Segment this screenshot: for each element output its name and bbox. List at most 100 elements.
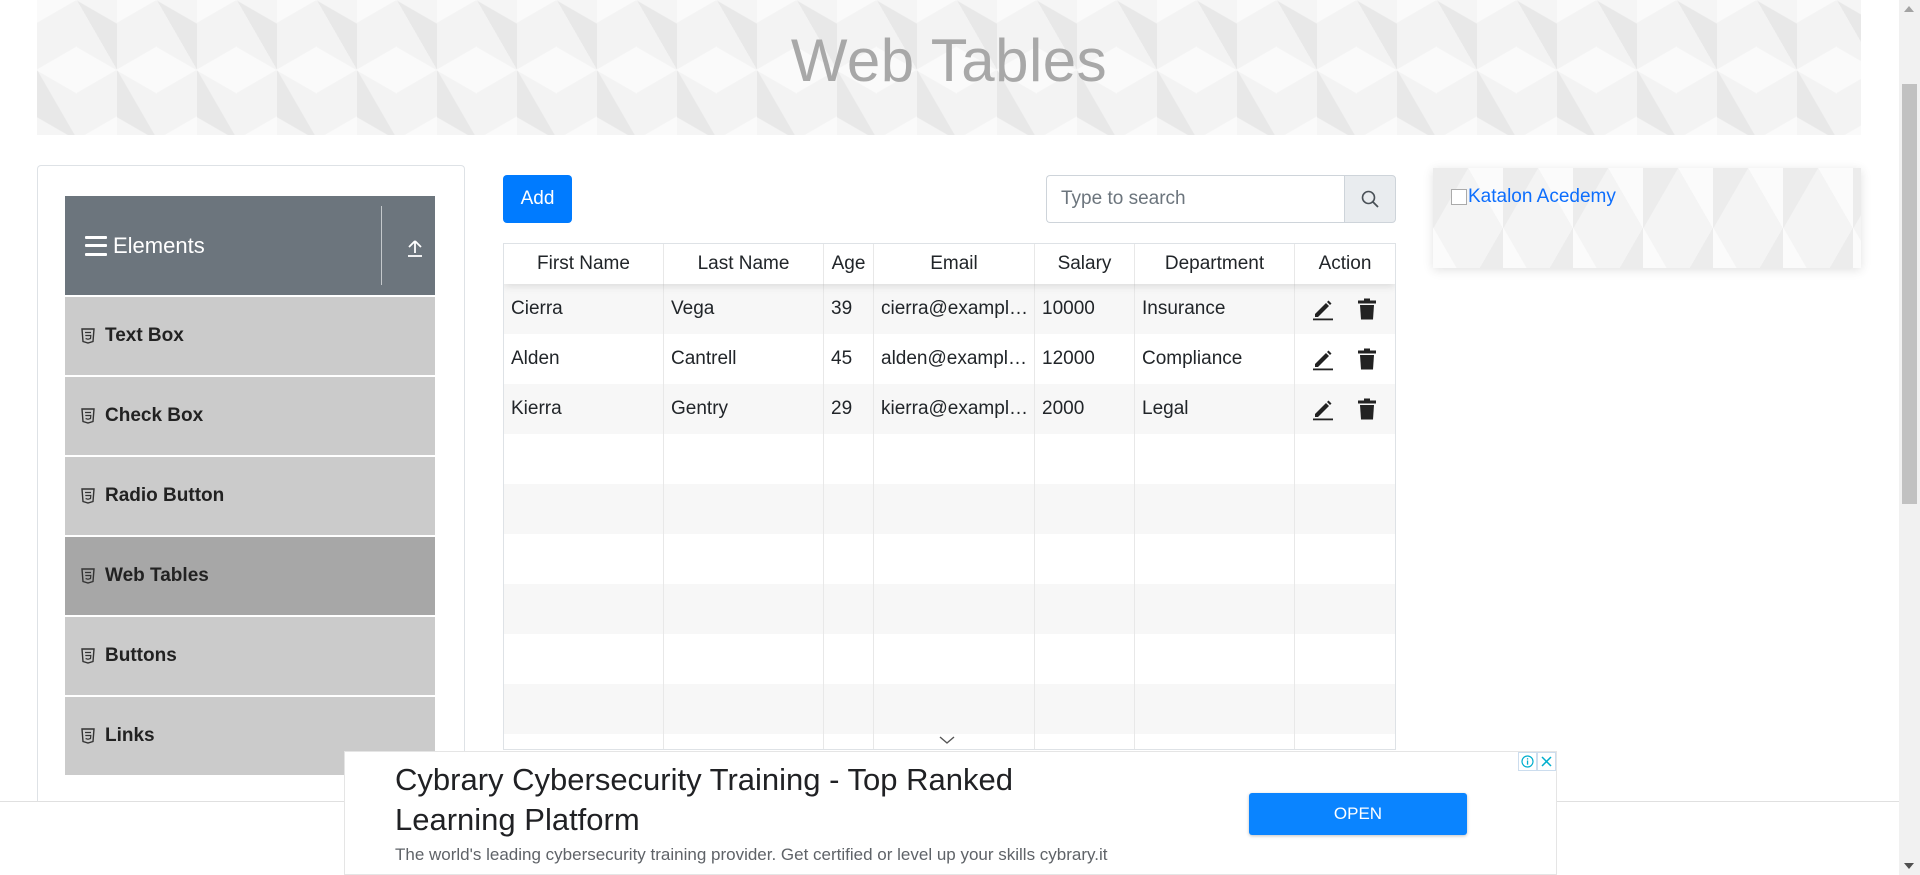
column-header-email[interactable]: Email xyxy=(874,244,1035,284)
cell-salary: 12000 xyxy=(1035,334,1135,384)
cell-first-name xyxy=(504,584,664,634)
cell-text: alden@example.com xyxy=(881,348,1034,369)
sidebar-item-check-box[interactable]: Check Box xyxy=(65,377,435,455)
sidebar-item-label: Check Box xyxy=(105,405,204,426)
element-menu-list: Text Box Check Box Radio Button Web Tables B… xyxy=(65,297,435,777)
cell-action xyxy=(1295,734,1395,749)
cell-first-name xyxy=(504,484,664,534)
left-nav-panel: Elements Text Box Check Box Radio Button We… xyxy=(37,165,465,805)
table-row xyxy=(504,584,1395,634)
sidebar-item-radio-button[interactable]: Radio Button xyxy=(65,457,435,535)
ad-open-button[interactable]: OPEN xyxy=(1249,793,1467,835)
cell-age xyxy=(824,634,874,684)
cell-email xyxy=(874,584,1035,634)
cell-last-name: Vega xyxy=(664,284,824,334)
cell-first-name xyxy=(504,434,664,484)
cell-email xyxy=(874,534,1035,584)
sidebar-item-label: Links xyxy=(105,725,155,746)
cell-age: 39 xyxy=(824,284,874,334)
cell-action xyxy=(1295,584,1395,634)
sidebar-item-label: Radio Button xyxy=(105,485,225,506)
cell-salary: 2000 xyxy=(1035,384,1135,434)
add-button[interactable]: Add xyxy=(503,175,572,223)
cell-text: Kierra xyxy=(511,398,562,419)
column-header-last-name[interactable]: Last Name xyxy=(664,244,824,284)
chevron-down-icon[interactable] xyxy=(938,734,956,746)
elements-group-header[interactable]: Elements xyxy=(65,196,435,295)
cell-age xyxy=(824,484,874,534)
ad-headline[interactable]: Cybrary Cybersecurity Training - Top Ran… xyxy=(395,760,1115,840)
trash-icon[interactable] xyxy=(1355,297,1379,321)
cell-text: Cantrell xyxy=(671,348,737,369)
page-title: Web Tables xyxy=(790,27,1108,94)
ad-info-icon[interactable] xyxy=(1518,752,1537,771)
edit-pencil-icon[interactable] xyxy=(1311,347,1335,371)
sidebar-item-web-tables[interactable]: Web Tables xyxy=(65,537,435,615)
column-header-age[interactable]: Age xyxy=(824,244,874,284)
cell-last-name xyxy=(664,734,824,749)
cell-first-name xyxy=(504,534,664,584)
cell-first-name: Kierra xyxy=(504,384,664,434)
cell-department xyxy=(1135,584,1295,634)
sidebar-item-text-box[interactable]: Text Box xyxy=(65,297,435,375)
ad-description[interactable]: The world's leading cybersecurity traini… xyxy=(395,845,1108,865)
cell-email: cierra@example.com xyxy=(874,284,1035,334)
side-ad-image[interactable]: Katalon Acedemy xyxy=(1451,186,1616,208)
cell-age xyxy=(824,684,874,734)
sidebar-item-buttons[interactable]: Buttons xyxy=(65,617,435,695)
cell-department: Compliance xyxy=(1135,334,1295,384)
html5-icon xyxy=(81,568,95,584)
search-input[interactable] xyxy=(1046,175,1344,223)
cell-first-name xyxy=(504,734,664,749)
column-header-salary[interactable]: Salary xyxy=(1035,244,1135,284)
search-button[interactable] xyxy=(1344,175,1396,223)
scroll-thumb[interactable] xyxy=(1902,84,1917,504)
cell-text: 10000 xyxy=(1042,298,1095,319)
scroll-down-arrow[interactable] xyxy=(1904,863,1914,869)
cell-action xyxy=(1295,284,1395,334)
search-box xyxy=(1046,175,1396,223)
column-header-action[interactable]: Action xyxy=(1295,244,1395,284)
sidebar-item-label: Buttons xyxy=(105,645,177,666)
scroll-up-arrow[interactable] xyxy=(1904,6,1914,12)
table-row: Cierra Vega 39 cierra@example.com 10000 Insur… xyxy=(504,284,1395,334)
trash-icon[interactable] xyxy=(1355,347,1379,371)
table-row xyxy=(504,484,1395,534)
cell-salary: 10000 xyxy=(1035,284,1135,334)
cell-last-name xyxy=(664,534,824,584)
cell-email xyxy=(874,434,1035,484)
cell-text: 2000 xyxy=(1042,398,1085,419)
edit-pencil-icon[interactable] xyxy=(1311,397,1335,421)
sidebar-item-label: Text Box xyxy=(105,325,184,346)
collapse-up-icon[interactable] xyxy=(405,238,425,258)
cell-text: Compliance xyxy=(1142,348,1243,369)
ad-close-icon[interactable] xyxy=(1537,752,1556,771)
cell-text: Cierra xyxy=(511,298,563,319)
column-header-first-name[interactable]: First Name xyxy=(504,244,664,284)
cell-salary xyxy=(1035,584,1135,634)
cell-action xyxy=(1295,634,1395,684)
cell-age xyxy=(824,434,874,484)
cell-text: Insurance xyxy=(1142,298,1226,319)
header-divider xyxy=(381,206,382,285)
cell-age xyxy=(824,734,874,749)
web-table: First Name Last Name Age Email Salary Departm… xyxy=(503,243,1396,750)
cell-text: Vega xyxy=(671,298,715,319)
page-banner: Web Tables xyxy=(37,0,1861,135)
table-row xyxy=(504,534,1395,584)
cell-department xyxy=(1135,534,1295,584)
cell-action xyxy=(1295,484,1395,534)
cell-email xyxy=(874,684,1035,734)
trash-icon[interactable] xyxy=(1355,397,1379,421)
broken-image-icon xyxy=(1451,189,1467,205)
side-ad: Katalon Acedemy xyxy=(1433,168,1861,268)
menu-icon xyxy=(85,235,107,256)
html5-icon xyxy=(81,648,95,664)
cell-department xyxy=(1135,434,1295,484)
column-header-department[interactable]: Department xyxy=(1135,244,1295,284)
cell-department xyxy=(1135,634,1295,684)
table-header: First Name Last Name Age Email Salary Departm… xyxy=(504,244,1395,284)
page-scrollbar[interactable] xyxy=(1899,0,1920,875)
edit-pencil-icon[interactable] xyxy=(1311,297,1335,321)
side-ad-link[interactable]: Katalon Acedemy xyxy=(1468,186,1616,208)
